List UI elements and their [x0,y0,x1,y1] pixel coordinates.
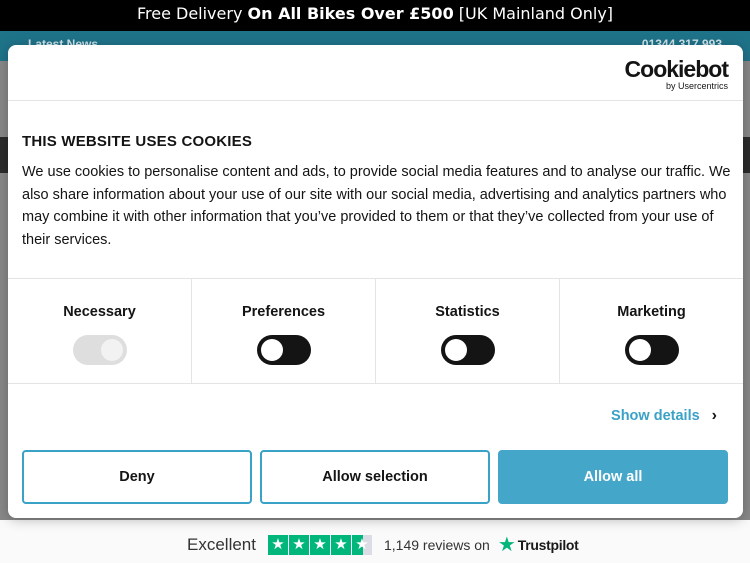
promo-bar: Free Delivery On All Bikes Over £500 [UK… [0,0,750,31]
brand-subtitle: by Usercentrics [665,81,728,91]
allow-all-button[interactable]: Allow all [498,450,728,504]
dialog-header: Cookiebot by Usercentrics [8,45,743,101]
cookie-consent-dialog: Cookiebot by Usercentrics THIS WEBSITE U… [8,45,743,518]
trustpilot-logo: Trustpilot [517,537,579,553]
trustpilot-widget[interactable]: Excellent ★ ★ ★ ★ ★ 1,149 reviews on ★ T… [187,535,579,555]
category-preferences: Preferences [192,279,376,383]
allow-selection-button[interactable]: Allow selection [260,450,490,504]
category-label: Statistics [435,304,500,320]
toggle-knob [628,339,651,361]
marketing-toggle[interactable] [624,335,679,365]
trustpilot-star-icon: ★ [497,534,516,556]
category-marketing: Marketing [560,279,743,383]
dialog-title: THIS WEBSITE USES COOKIES [22,133,253,150]
half-star-icon: ★ [351,535,372,555]
show-details-label: Show details [611,408,700,424]
statistics-toggle[interactable] [440,335,495,365]
dialog-description: We use cookies to personalise content an… [22,164,731,249]
category-label: Marketing [617,304,686,320]
star-icon: ★ [309,535,330,555]
category-statistics: Statistics [376,279,560,383]
cookiebot-logo[interactable]: Cookiebot by Usercentrics [624,56,729,91]
category-label: Necessary [63,304,136,320]
brand-name: Cookiebot [624,56,729,82]
chevron-right-icon: › [711,407,717,424]
trust-rating-word: Excellent [187,535,256,554]
toggle-knob [260,339,283,361]
toggle-knob [444,339,467,361]
preferences-toggle[interactable] [256,335,311,365]
necessary-toggle [72,335,127,365]
category-label: Preferences [241,304,326,320]
promo-highlight: On All Bikes Over £500 [247,4,454,23]
trust-review-count: 1,149 reviews on [383,537,490,553]
toggle-knob [100,339,123,361]
star-icon: ★ [267,535,288,555]
promo-suffix: [UK Mainland Only] [458,4,614,23]
promo-prefix: Free Delivery [136,4,243,23]
star-icon: ★ [288,535,309,555]
show-details-link[interactable]: Show details › [611,407,717,425]
category-necessary: Necessary [8,279,192,383]
consent-categories: Necessary Preferences Statistics Marketi… [8,278,743,384]
deny-button[interactable]: Deny [22,450,252,504]
trust-stars: ★ ★ ★ ★ ★ [267,535,372,555]
star-icon: ★ [330,535,351,555]
